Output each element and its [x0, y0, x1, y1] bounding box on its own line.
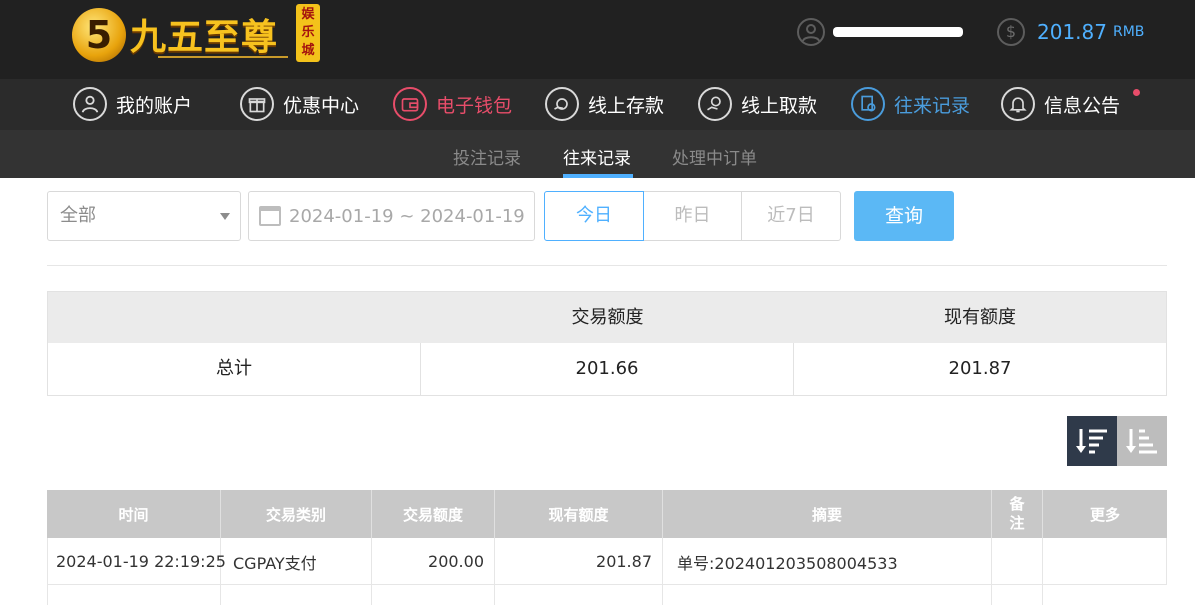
nav-label-account: 我的账户 — [116, 94, 193, 117]
sort-asc-icon — [1126, 429, 1157, 454]
nav-label-wallet: 电子钱包 — [436, 94, 513, 117]
cell-amount — [372, 585, 495, 605]
col-time[interactable]: 时间 — [47, 490, 221, 538]
col-more[interactable]: 更多 — [1043, 490, 1167, 538]
user-info[interactable] — [797, 16, 963, 48]
type-select-value: 全部 — [60, 205, 96, 226]
nav-item-account[interactable]: 我的账户 — [73, 87, 192, 121]
cell-note — [992, 585, 1043, 605]
cell-type: CGPAY支付 — [221, 538, 372, 585]
user-avatar-icon — [797, 18, 825, 46]
subtab-pending-orders[interactable]: 处理中订单 — [672, 144, 757, 169]
logo-badge-text: 娱乐城 — [301, 7, 315, 58]
main-nav: 我的账户 优惠中心 电子钱包 线上存款 线上取款 往来记录 信息公告 — [0, 79, 1195, 130]
col-balance[interactable]: 现有额度 — [495, 490, 663, 538]
logo-text: 九五至尊 — [130, 16, 279, 58]
active-tab-underline — [563, 174, 633, 178]
section-divider — [47, 265, 1167, 266]
subtab-bet-records[interactable]: 投注记录 — [453, 144, 521, 169]
summary-table: 交易额度 现有额度 总计 201.66 201.87 — [47, 291, 1167, 396]
nav-label-promotions: 优惠中心 — [283, 94, 360, 117]
summary-total-transaction: 201.66 — [575, 358, 639, 379]
balance-unit: RMB — [1112, 24, 1145, 40]
subtab-transaction-records[interactable]: 往来记录 — [563, 144, 631, 169]
quick-today-button[interactable]: 今日 — [544, 191, 644, 241]
table-row[interactable] — [47, 585, 1167, 605]
cell-balance: 201.87 — [495, 538, 663, 585]
nav-item-deposit[interactable]: 线上存款 — [545, 87, 664, 121]
records-icon — [851, 87, 885, 121]
search-button[interactable]: 查询 — [854, 191, 954, 241]
col-note[interactable]: 备注 — [992, 490, 1043, 538]
summary-header-transaction: 交易额度 — [571, 307, 644, 328]
logo-ornament — [158, 56, 288, 64]
logo-emblem: 5 — [72, 8, 126, 62]
summary-header-current: 现有额度 — [944, 307, 1016, 328]
dollar-icon: $ — [997, 18, 1025, 46]
quick-yesterday-button[interactable]: 昨日 — [643, 191, 742, 241]
nav-item-wallet[interactable]: 电子钱包 — [393, 87, 512, 121]
notification-dot — [1133, 89, 1140, 96]
balance-display: $ 201.87 RMB — [997, 16, 1144, 48]
nav-label-withdraw: 线上取款 — [741, 94, 818, 117]
brand-logo[interactable]: 5 九五至尊 娱乐城 — [70, 2, 322, 66]
cell-time — [48, 585, 221, 605]
cell-more[interactable] — [1043, 538, 1167, 585]
date-range-value: 2024-01-19 ~ 2024-01-19 — [289, 205, 525, 227]
calendar-icon — [259, 206, 281, 226]
nav-item-records[interactable]: 往来记录 — [851, 87, 970, 121]
top-header: 5 九五至尊 娱乐城 $ 201.87 RMB — [0, 0, 1195, 79]
user-icon — [73, 87, 107, 121]
chevron-down-icon — [220, 213, 230, 220]
col-amount[interactable]: 交易额度 — [372, 490, 495, 538]
nav-item-announcements[interactable]: 信息公告 — [1001, 87, 1120, 121]
date-range-input[interactable]: 2024-01-19 ~ 2024-01-19 — [248, 191, 535, 241]
sort-asc-button[interactable] — [1117, 416, 1167, 466]
type-select[interactable]: 全部 — [47, 191, 241, 241]
bell-icon — [1001, 87, 1035, 121]
quick-last7days-button[interactable]: 近7日 — [741, 191, 841, 241]
table-row[interactable]: 2024-01-19 22:19:25 CGPAY支付 200.00 201.8… — [47, 538, 1167, 585]
deposit-icon — [545, 87, 579, 121]
wallet-icon — [393, 87, 427, 121]
sub-nav: 投注记录 往来记录 处理中订单 — [0, 130, 1195, 178]
cell-type — [221, 585, 372, 605]
sort-desc-icon — [1076, 429, 1107, 454]
nav-label-announcements: 信息公告 — [1044, 94, 1121, 117]
gift-icon — [240, 87, 274, 121]
summary-total-current: 201.87 — [948, 358, 1012, 379]
nav-label-records: 往来记录 — [894, 94, 971, 117]
cell-summary — [663, 585, 992, 605]
cell-summary: 单号:202401203508004533 — [663, 538, 992, 585]
withdraw-icon — [698, 87, 732, 121]
logo-badge: 娱乐城 — [296, 4, 320, 62]
sort-desc-button[interactable] — [1067, 416, 1117, 466]
balance-amount: 201.87 — [1037, 20, 1107, 44]
summary-total-label: 总计 — [216, 358, 252, 379]
cell-time: 2024-01-19 22:19:25 — [48, 538, 226, 585]
col-type[interactable]: 交易类别 — [221, 490, 372, 538]
nav-item-promotions[interactable]: 优惠中心 — [240, 87, 359, 121]
records-header: 时间 交易类别 交易额度 现有额度 摘要 备注 更多 — [47, 490, 1167, 538]
cell-note — [992, 538, 1043, 585]
nav-label-deposit: 线上存款 — [588, 94, 665, 117]
username-masked — [833, 27, 963, 37]
summary-header: 交易额度 现有额度 — [48, 292, 1166, 343]
cell-amount: 200.00 — [372, 538, 495, 585]
nav-item-withdraw[interactable]: 线上取款 — [698, 87, 817, 121]
cell-balance — [495, 585, 663, 605]
col-summary[interactable]: 摘要 — [663, 490, 992, 538]
